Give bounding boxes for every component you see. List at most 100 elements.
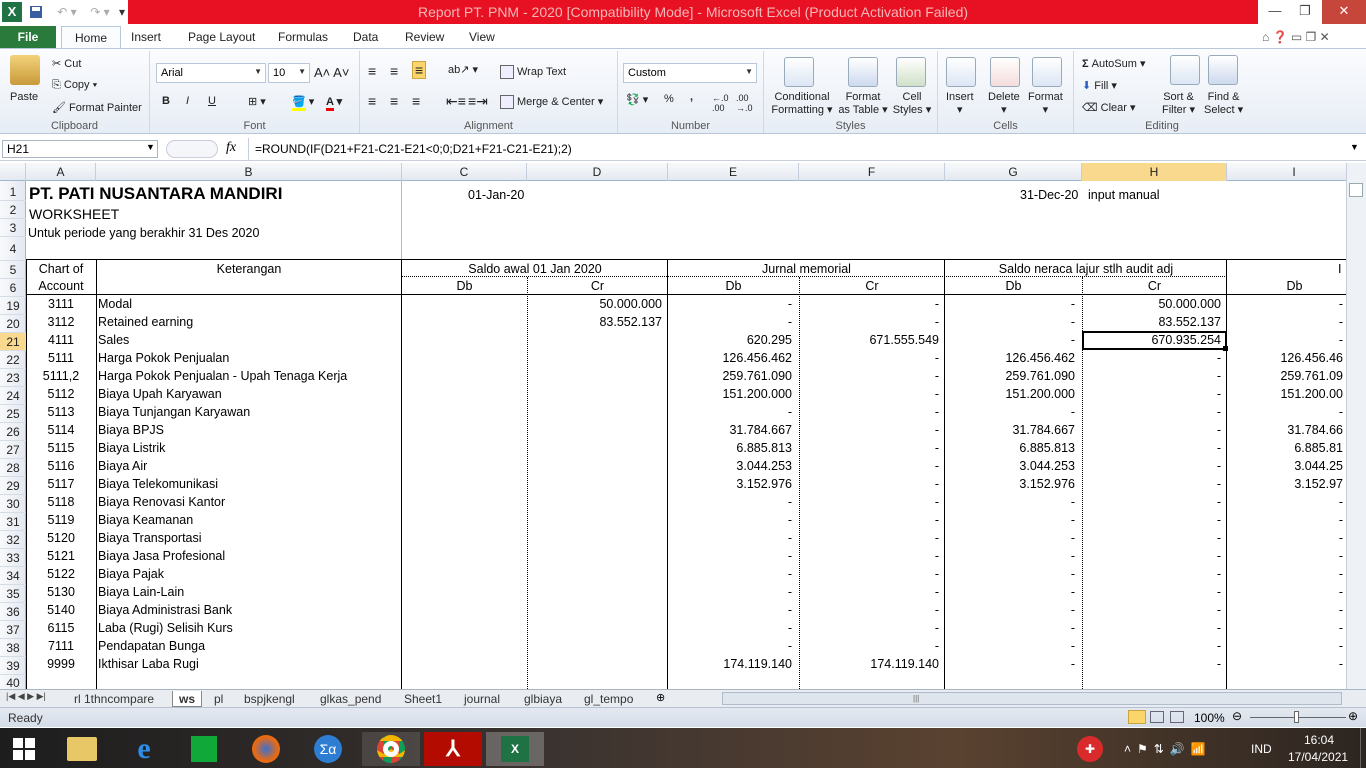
row-header[interactable]: 35 xyxy=(0,585,26,603)
cr-header-f[interactable]: Cr xyxy=(799,277,945,295)
cell-e[interactable]: - xyxy=(668,529,792,547)
row-header[interactable]: 39 xyxy=(0,657,26,675)
cell-e[interactable]: 3.152.976 xyxy=(668,475,792,493)
sheet-tab-rl1thncompare[interactable]: rl 1thncompare xyxy=(68,691,160,707)
cell-desc[interactable]: Harga Pokok Penjualan - Upah Tenaga Kerj… xyxy=(98,367,398,385)
cell-f[interactable]: - xyxy=(799,511,939,529)
cell-desc[interactable]: Biaya Telekomunikasi xyxy=(98,475,398,493)
cell-g[interactable]: - xyxy=(945,565,1075,583)
cell-d[interactable] xyxy=(527,421,662,439)
help-icon[interactable]: ⌂ ❓ ▭ ❐ ✕ xyxy=(1262,30,1330,44)
excel-app-icon[interactable]: X xyxy=(2,2,22,22)
cell-coa[interactable]: 5119 xyxy=(26,511,96,529)
cell-i[interactable]: 126.456.46 xyxy=(1227,349,1343,367)
cell-e[interactable]: - xyxy=(668,547,792,565)
cell-f[interactable]: - xyxy=(799,583,939,601)
cell-f[interactable]: - xyxy=(799,313,939,331)
cell-d[interactable] xyxy=(527,637,662,655)
borders-icon[interactable]: ⊞ ▾ xyxy=(248,95,266,108)
column-header-b[interactable]: B xyxy=(96,163,402,181)
sheet-tab-pl[interactable]: pl xyxy=(208,691,229,707)
align-top-icon[interactable]: ≡ xyxy=(368,63,376,79)
cell-f[interactable]: - xyxy=(799,637,939,655)
row-header[interactable]: 4 xyxy=(0,237,26,261)
row-header[interactable]: 30 xyxy=(0,495,26,513)
cell-i[interactable]: 259.761.09 xyxy=(1227,367,1343,385)
cell-desc[interactable]: Laba (Rugi) Selisih Kurs xyxy=(98,619,398,637)
cut-button[interactable]: ✂ Cut xyxy=(52,57,81,70)
cell-g[interactable]: - xyxy=(945,601,1075,619)
cell-h[interactable]: - xyxy=(1082,655,1221,673)
cell-desc[interactable]: Biaya Transportasi xyxy=(98,529,398,547)
expand-formula-icon[interactable]: ▼ xyxy=(1350,142,1359,152)
cell-d[interactable] xyxy=(527,385,662,403)
cell-e[interactable]: 151.200.000 xyxy=(668,385,792,403)
cell-coa[interactable]: 5114 xyxy=(26,421,96,439)
cell-i[interactable]: 3.152.97 xyxy=(1227,475,1343,493)
row-header[interactable]: 26 xyxy=(0,423,26,441)
cell-coa[interactable]: 5113 xyxy=(26,403,96,421)
name-box[interactable]: H21 xyxy=(2,140,158,158)
cell-desc[interactable]: Biaya BPJS xyxy=(98,421,398,439)
decrease-indent-icon[interactable]: ⇤≡ xyxy=(446,93,466,110)
cell-d[interactable] xyxy=(527,403,662,421)
cell-h[interactable]: - xyxy=(1082,529,1221,547)
cell-f[interactable]: - xyxy=(799,295,939,313)
cell-f[interactable]: - xyxy=(799,547,939,565)
cell-i[interactable]: - xyxy=(1227,619,1343,637)
cell-desc[interactable]: Ikthisar Laba Rugi xyxy=(98,655,398,673)
formula-cancel-enter-area[interactable] xyxy=(166,140,218,158)
align-left-icon[interactable]: ≡ xyxy=(368,93,376,109)
cell-f[interactable]: - xyxy=(799,439,939,457)
cell-f[interactable]: - xyxy=(799,349,939,367)
cell-i[interactable]: - xyxy=(1227,601,1343,619)
currency-icon[interactable]: 💱 ▾ xyxy=(626,93,648,106)
cell-coa[interactable]: 5121 xyxy=(26,547,96,565)
cell-c[interactable] xyxy=(402,637,523,655)
cell-h[interactable]: - xyxy=(1082,349,1221,367)
cell-desc[interactable]: Retained earning xyxy=(98,313,398,331)
cell-desc[interactable]: Biaya Renovasi Kantor xyxy=(98,493,398,511)
cell-g[interactable]: 3.152.976 xyxy=(945,475,1075,493)
cell-i[interactable]: 151.200.00 xyxy=(1227,385,1343,403)
cell-d[interactable] xyxy=(527,583,662,601)
cell-i[interactable]: 6.885.81 xyxy=(1227,439,1343,457)
conditional-formatting-button[interactable]: Conditional Formatting ▾ xyxy=(770,91,834,117)
cell-d[interactable] xyxy=(527,529,662,547)
align-bottom-icon[interactable]: ≡ xyxy=(412,61,427,79)
cell-f[interactable]: - xyxy=(799,403,939,421)
align-right-icon[interactable]: ≡ xyxy=(412,93,420,109)
cell-d[interactable] xyxy=(527,349,662,367)
cell-d[interactable] xyxy=(527,457,662,475)
cell-desc[interactable]: Biaya Jasa Profesional xyxy=(98,547,398,565)
cell-coa[interactable]: 5122 xyxy=(26,565,96,583)
cell-coa[interactable]: 3112 xyxy=(26,313,96,331)
cell-e[interactable]: 6.885.813 xyxy=(668,439,792,457)
font-name-combo[interactable]: Arial ▼ xyxy=(156,63,266,83)
format-cells-icon[interactable] xyxy=(1032,57,1062,87)
cell-f[interactable]: - xyxy=(799,565,939,583)
row-header[interactable]: 37 xyxy=(0,621,26,639)
cell-e[interactable]: - xyxy=(668,637,792,655)
file-explorer-icon[interactable] xyxy=(62,732,102,766)
cell-d[interactable] xyxy=(527,493,662,511)
cell-d[interactable]: 83.552.137 xyxy=(527,313,662,331)
cell-g[interactable]: - xyxy=(945,583,1075,601)
cell-e[interactable]: - xyxy=(668,313,792,331)
cell-coa[interactable]: 5111 xyxy=(26,349,96,367)
cr-header-d[interactable]: Cr xyxy=(527,277,668,295)
row-header[interactable]: 19 xyxy=(0,297,26,315)
cell-c[interactable] xyxy=(402,403,523,421)
cell-g[interactable]: - xyxy=(945,331,1075,349)
row-header[interactable]: 20 xyxy=(0,315,26,333)
zoom-out-icon[interactable]: ⊖ xyxy=(1232,709,1242,723)
tab-home[interactable]: Home xyxy=(61,26,122,49)
row-header[interactable]: 29 xyxy=(0,477,26,495)
store-icon[interactable] xyxy=(184,732,224,766)
zoom-level[interactable]: 100% xyxy=(1194,711,1225,725)
input-manual-note[interactable]: input manual xyxy=(1088,186,1160,204)
cell-c[interactable] xyxy=(402,493,523,511)
cell-g[interactable]: - xyxy=(945,295,1075,313)
cell-coa[interactable]: 5111,2 xyxy=(26,367,96,385)
cell-desc[interactable]: Harga Pokok Penjualan xyxy=(98,349,398,367)
